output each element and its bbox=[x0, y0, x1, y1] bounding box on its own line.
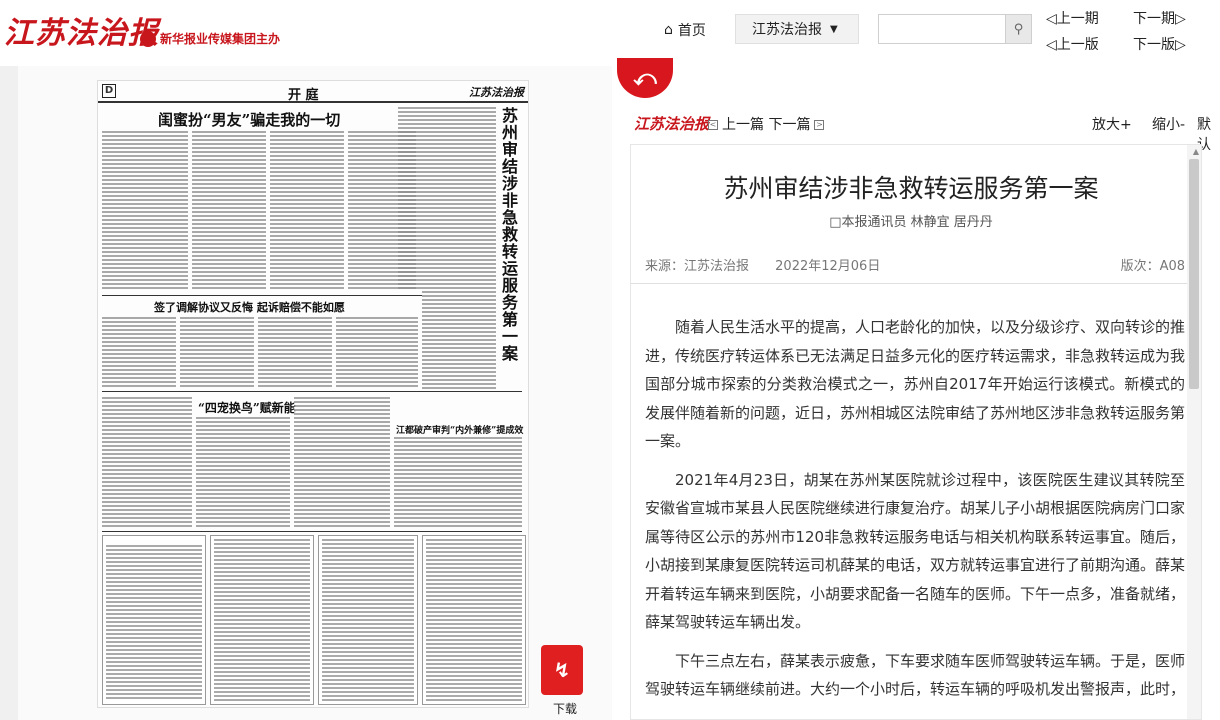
text-block bbox=[398, 107, 496, 291]
ad-text bbox=[214, 539, 310, 701]
ad-text bbox=[426, 539, 522, 701]
article-meta: 来源：江苏法治报 2022年12月06日 bbox=[645, 255, 902, 274]
home-link[interactable]: ⌂ 首页 bbox=[664, 20, 706, 40]
divider bbox=[102, 531, 522, 532]
page-header: D 开 庭 江苏法治报 bbox=[98, 81, 528, 103]
circle-right-icon: ▷ bbox=[1175, 37, 1186, 53]
back-arrow-icon: ⤺ bbox=[633, 65, 657, 91]
ad-text bbox=[106, 545, 202, 701]
text-block bbox=[196, 417, 290, 527]
prev-issue-link[interactable]: ◁上一期 bbox=[1046, 8, 1099, 28]
side-headline[interactable]: 苏州审结涉非急救转运服务第一案 bbox=[502, 107, 524, 362]
scrollbar[interactable]: ▲ bbox=[1187, 145, 1201, 719]
divider bbox=[631, 283, 1191, 284]
text-block bbox=[422, 291, 496, 391]
zoom-out-button[interactable]: 缩小- bbox=[1152, 114, 1185, 134]
headline-3[interactable]: “四宠换鸟”赋新能 bbox=[198, 399, 296, 416]
group-logo-icon bbox=[140, 30, 156, 47]
home-icon: ⌂ bbox=[664, 22, 673, 38]
text-block bbox=[336, 317, 418, 387]
text-block bbox=[102, 397, 192, 527]
group-label: 新华报业传媒集团主办 bbox=[140, 30, 280, 47]
chevron-down-icon: ▼ bbox=[830, 23, 838, 35]
text-block bbox=[258, 317, 332, 387]
group-text: 新华报业传媒集团主办 bbox=[160, 32, 281, 46]
paragraph: 下午三点左右，薛某表示疲惫，下车要求随车医师驾驶转运车辆。于是，医师驾驶转运车辆… bbox=[645, 651, 1186, 699]
headline-2[interactable]: 签了调解协议又反悔 起诉赔偿不能如愿 bbox=[154, 299, 345, 315]
article-date: 2022年12月06日 bbox=[775, 259, 881, 274]
pdf-download-button[interactable]: ↯ bbox=[541, 645, 583, 695]
left-square-icon: < bbox=[708, 120, 718, 130]
next-article-link[interactable]: 下一篇 bbox=[768, 117, 810, 133]
text-block bbox=[294, 397, 390, 527]
search-icon[interactable]: ⚲ bbox=[1005, 15, 1031, 43]
prev-issue-label: 上一期 bbox=[1056, 11, 1099, 27]
prev-page-label: 上一版 bbox=[1056, 37, 1099, 53]
text-block bbox=[270, 131, 344, 291]
page-brand: 江苏法治报 bbox=[469, 86, 524, 99]
article-author: □本报通讯员 林静宜 居丹丹 bbox=[829, 215, 993, 230]
prev-page-link[interactable]: ◁上一版 bbox=[1046, 34, 1099, 54]
newspaper-page[interactable]: D 开 庭 江苏法治报 闺蜜扮“男友”骗走我的一切 苏州审结涉非急救转运服务第一… bbox=[97, 80, 529, 708]
divider bbox=[102, 391, 522, 392]
text-block bbox=[394, 437, 522, 527]
article-nav: < 上一篇 下一篇 > bbox=[704, 114, 828, 134]
circle-right-icon: ▷ bbox=[1175, 11, 1186, 27]
zoom-in-button[interactable]: 放大+ bbox=[1092, 114, 1132, 134]
home-label: 首页 bbox=[677, 23, 706, 39]
article-page-no: 版次：A08 bbox=[1120, 259, 1185, 274]
pdf-icon: ↯ bbox=[553, 658, 571, 682]
next-issue-link[interactable]: 下一期▷ bbox=[1133, 8, 1186, 28]
download-label: 下载 bbox=[553, 702, 578, 716]
text-block bbox=[192, 131, 266, 291]
text-block bbox=[102, 317, 176, 387]
text-block bbox=[180, 317, 254, 387]
headline-4[interactable]: 江都破产审判“内外兼修”提成效 bbox=[396, 423, 523, 436]
right-square-icon: > bbox=[814, 120, 825, 130]
prev-article-link[interactable]: 上一篇 bbox=[722, 117, 764, 133]
next-page-label: 下一版 bbox=[1133, 37, 1175, 53]
search-input[interactable] bbox=[879, 15, 1005, 43]
circle-left-icon: ◁ bbox=[1046, 11, 1057, 27]
headline-1[interactable]: 闺蜜扮“男友”骗走我的一切 bbox=[158, 109, 340, 130]
article-title: 苏州审结涉非急救转运服务第一案 bbox=[723, 174, 1099, 203]
section-title: 开 庭 bbox=[288, 88, 319, 103]
page-letter: D bbox=[102, 84, 116, 98]
article-source: 来源：江苏法治报 bbox=[645, 259, 750, 274]
next-page-link[interactable]: 下一版▷ bbox=[1133, 34, 1186, 54]
site-header: 江苏法治报 新华报业传媒集团主办 ⌂ 首页 江苏法治报 ▼ ⚲ ◁上一期 下一期… bbox=[0, 0, 1220, 66]
back-button[interactable]: ⤺ bbox=[617, 58, 673, 98]
search-box: ⚲ bbox=[878, 14, 1032, 44]
divider bbox=[102, 295, 422, 296]
next-issue-label: 下一期 bbox=[1133, 11, 1175, 27]
article-content[interactable]: 苏州审结涉非急救转运服务第一案 □本报通讯员 林静宜 居丹丹 来源：江苏法治报 … bbox=[630, 144, 1202, 720]
text-block bbox=[102, 131, 188, 291]
ad-text bbox=[322, 539, 414, 701]
scroll-thumb[interactable] bbox=[1189, 159, 1199, 389]
article-brand: 江苏法治报 bbox=[634, 115, 710, 133]
circle-left-icon: ◁ bbox=[1046, 37, 1057, 53]
article-panel: ⤺ 江苏法治报 < 上一篇 下一篇 > 放大+ 缩小- 默认 苏州审结涉非急救转运服… bbox=[612, 58, 1220, 720]
paragraph: 随着人民生活水平的提高，人口老龄化的加快，以及分级诊疗、双向转诊的推进，传统医疗… bbox=[645, 318, 1186, 450]
scroll-up-icon[interactable]: ▲ bbox=[1193, 147, 1199, 156]
paragraph: 2021年4月23日，胡某在苏州某医院就诊过程中，该医院医生建议其转院至安徽省宣… bbox=[645, 470, 1186, 632]
site-logo[interactable]: 江苏法治报 bbox=[4, 8, 159, 52]
paper-select-value: 江苏法治报 bbox=[752, 22, 822, 38]
article-body: 随着人民生活水平的提高，人口老龄化的加快，以及分级诊疗、双向转诊的推进，传统医疗… bbox=[645, 313, 1185, 714]
paper-select[interactable]: 江苏法治报 ▼ bbox=[735, 14, 859, 44]
